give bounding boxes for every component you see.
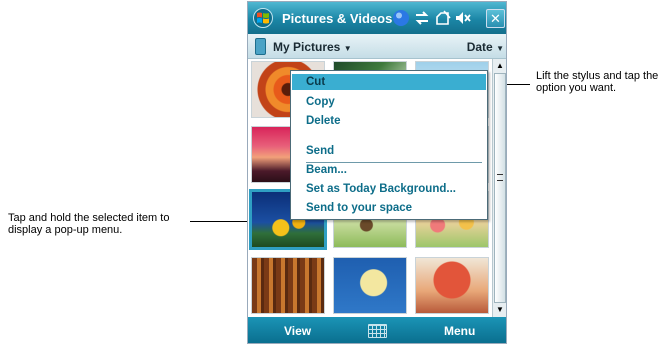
softkey-view[interactable]: View [284, 324, 311, 338]
sync-icon[interactable] [413, 9, 431, 27]
folder-dropdown-label: My Pictures [273, 40, 341, 54]
scroll-down-icon[interactable]: ▼ [494, 304, 506, 316]
sort-dropdown[interactable]: Date ▼ [467, 40, 504, 54]
menu-item-cut[interactable]: Cut [292, 74, 486, 90]
menu-item-send[interactable]: Send [306, 143, 334, 159]
vertical-scrollbar[interactable]: ▲ ▼ [492, 59, 506, 317]
windows-flag-icon[interactable] [253, 8, 273, 28]
keyboard-icon[interactable] [368, 324, 387, 338]
connectivity-icon[interactable] [392, 9, 410, 27]
softkey-menu[interactable]: Menu [444, 324, 475, 338]
scroll-up-icon[interactable]: ▲ [494, 60, 506, 72]
callout-lift-stylus: Lift the stylus and tap the option you w… [536, 70, 659, 94]
grip-icon [497, 174, 503, 181]
close-button[interactable]: ✕ [486, 9, 505, 28]
title-bar: Pictures & Videos ✕ [248, 2, 506, 34]
menu-item-delete[interactable]: Delete [306, 113, 341, 129]
callout-leader-left [190, 221, 248, 222]
menu-item-copy[interactable]: Copy [306, 94, 335, 110]
window-title: Pictures & Videos [282, 11, 393, 26]
chevron-down-icon: ▼ [343, 44, 352, 53]
chevron-down-icon: ▼ [496, 44, 504, 53]
menu-item-send-to-space[interactable]: Send to your space [306, 200, 412, 216]
scroll-thumb[interactable] [494, 73, 506, 303]
context-menu: Cut Copy Delete Send Beam... Set as Toda… [290, 70, 488, 220]
folder-dropdown[interactable]: My Pictures ▼ [273, 40, 352, 54]
signal-icon[interactable] [434, 9, 452, 27]
volume-muted-icon[interactable] [454, 9, 472, 27]
menu-item-set-today-background[interactable]: Set as Today Background... [306, 181, 456, 197]
thumbnail-snoopy-moon[interactable] [333, 257, 407, 314]
callout-tap-and-hold: Tap and hold the selected item to displa… [8, 212, 170, 236]
softkey-bar: View Menu [248, 317, 506, 343]
thumbnail-library[interactable] [251, 257, 325, 314]
phone-icon [255, 38, 266, 55]
thumbnail-autumn-tree[interactable] [415, 257, 489, 314]
menu-item-beam[interactable]: Beam... [306, 162, 347, 178]
folder-header-bar: My Pictures ▼ Date ▼ [248, 34, 506, 59]
sort-dropdown-label: Date [466, 40, 493, 54]
